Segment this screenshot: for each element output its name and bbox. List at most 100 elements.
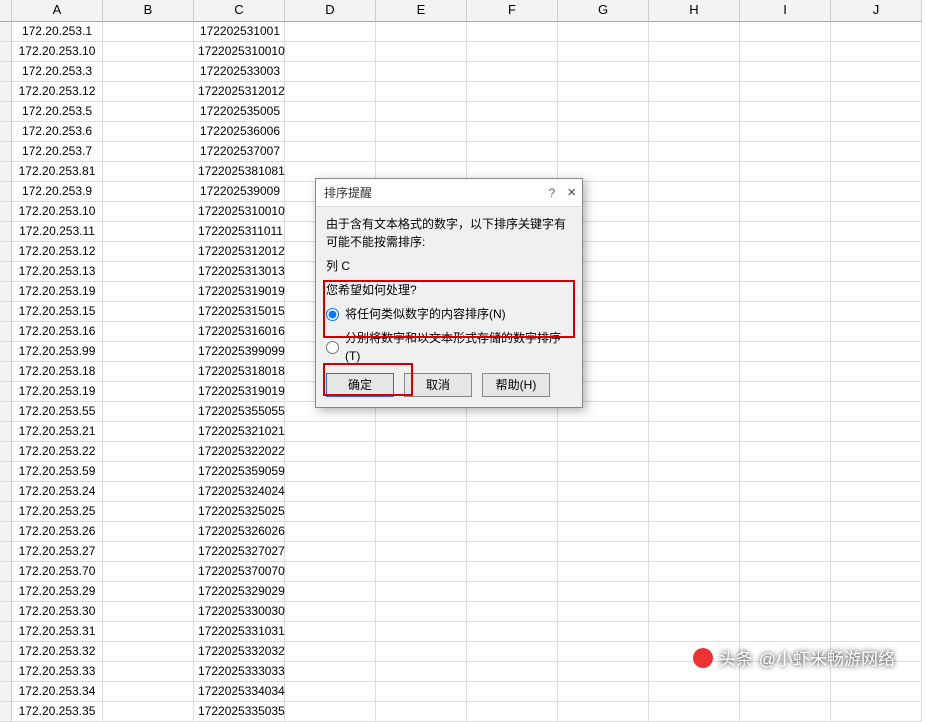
cell[interactable]: [740, 202, 831, 222]
cell[interactable]: [740, 102, 831, 122]
cell[interactable]: 1722025319019: [194, 282, 285, 302]
row-header[interactable]: [0, 162, 12, 182]
cell[interactable]: [831, 702, 922, 722]
cell[interactable]: 172202537007: [194, 142, 285, 162]
cell[interactable]: [558, 502, 649, 522]
cell[interactable]: [376, 102, 467, 122]
row-header[interactable]: [0, 462, 12, 482]
cell[interactable]: [831, 122, 922, 142]
cell[interactable]: 172.20.253.13: [12, 262, 103, 282]
cell[interactable]: 172.20.253.34: [12, 682, 103, 702]
cell[interactable]: [285, 482, 376, 502]
cell[interactable]: [740, 82, 831, 102]
cell[interactable]: 172.20.253.59: [12, 462, 103, 482]
cell[interactable]: 172.20.253.7: [12, 142, 103, 162]
row-header[interactable]: [0, 142, 12, 162]
cell[interactable]: [103, 82, 194, 102]
cell[interactable]: [376, 602, 467, 622]
cell[interactable]: [467, 482, 558, 502]
cell[interactable]: 172.20.253.81: [12, 162, 103, 182]
cell[interactable]: [103, 402, 194, 422]
cell[interactable]: [376, 462, 467, 482]
row-header[interactable]: [0, 122, 12, 142]
cell[interactable]: [831, 382, 922, 402]
cell[interactable]: [740, 282, 831, 302]
cell[interactable]: [285, 22, 376, 42]
cell[interactable]: 172.20.253.15: [12, 302, 103, 322]
col-header-C[interactable]: C: [194, 0, 285, 22]
cell[interactable]: 172.20.253.6: [12, 122, 103, 142]
cell[interactable]: [831, 82, 922, 102]
cell[interactable]: 1722025313013: [194, 262, 285, 282]
cell[interactable]: 1722025324024: [194, 482, 285, 502]
cell[interactable]: 172.20.253.24: [12, 482, 103, 502]
cell[interactable]: 172.20.253.9: [12, 182, 103, 202]
cell[interactable]: [831, 42, 922, 62]
cell[interactable]: [740, 362, 831, 382]
cell[interactable]: [467, 702, 558, 722]
row-header[interactable]: [0, 622, 12, 642]
cell[interactable]: [831, 62, 922, 82]
row-header[interactable]: [0, 262, 12, 282]
cell[interactable]: [649, 262, 740, 282]
close-icon[interactable]: ×: [567, 186, 576, 200]
cell[interactable]: [376, 62, 467, 82]
cell[interactable]: 172.20.253.16: [12, 322, 103, 342]
radio-sort-separately[interactable]: [326, 341, 339, 354]
row-header[interactable]: [0, 682, 12, 702]
cell[interactable]: [740, 182, 831, 202]
cell[interactable]: 172202531001: [194, 22, 285, 42]
cell[interactable]: [649, 462, 740, 482]
cell[interactable]: [649, 122, 740, 142]
cell[interactable]: [649, 182, 740, 202]
cell[interactable]: 1722025316016: [194, 322, 285, 342]
cell[interactable]: [740, 622, 831, 642]
cell[interactable]: [467, 582, 558, 602]
cell[interactable]: 1722025355055: [194, 402, 285, 422]
cell[interactable]: [740, 142, 831, 162]
cell[interactable]: [467, 562, 558, 582]
row-header[interactable]: [0, 642, 12, 662]
cell[interactable]: [831, 102, 922, 122]
col-header-E[interactable]: E: [376, 0, 467, 22]
cell[interactable]: 1722025329029: [194, 582, 285, 602]
cell[interactable]: [649, 322, 740, 342]
cell[interactable]: [831, 282, 922, 302]
cell[interactable]: [740, 222, 831, 242]
cell[interactable]: 1722025399099: [194, 342, 285, 362]
cell[interactable]: [376, 542, 467, 562]
row-header[interactable]: [0, 102, 12, 122]
row-header[interactable]: [0, 442, 12, 462]
cell[interactable]: [376, 522, 467, 542]
cell[interactable]: [285, 682, 376, 702]
cell[interactable]: [831, 242, 922, 262]
cell[interactable]: [649, 402, 740, 422]
cell[interactable]: 172.20.253.10: [12, 42, 103, 62]
cell[interactable]: [649, 242, 740, 262]
cell[interactable]: [103, 422, 194, 442]
cell[interactable]: [558, 682, 649, 702]
cell[interactable]: [740, 582, 831, 602]
cell[interactable]: [649, 502, 740, 522]
cell[interactable]: 172.20.253.30: [12, 602, 103, 622]
cell[interactable]: 172.20.253.25: [12, 502, 103, 522]
cell[interactable]: [558, 422, 649, 442]
cell[interactable]: [376, 442, 467, 462]
cell[interactable]: 172.20.253.70: [12, 562, 103, 582]
cell[interactable]: [103, 162, 194, 182]
cell[interactable]: 172.20.253.11: [12, 222, 103, 242]
cell[interactable]: 1722025331031: [194, 622, 285, 642]
cell[interactable]: [558, 622, 649, 642]
cell[interactable]: [558, 82, 649, 102]
cell[interactable]: [285, 542, 376, 562]
cell[interactable]: 172.20.253.55: [12, 402, 103, 422]
cell[interactable]: 172.20.253.35: [12, 702, 103, 722]
cell[interactable]: 1722025325025: [194, 502, 285, 522]
cell[interactable]: [285, 622, 376, 642]
cell[interactable]: [649, 22, 740, 42]
cell[interactable]: [740, 462, 831, 482]
row-header[interactable]: [0, 662, 12, 682]
cell[interactable]: [649, 702, 740, 722]
col-header-F[interactable]: F: [467, 0, 558, 22]
cell[interactable]: [831, 442, 922, 462]
